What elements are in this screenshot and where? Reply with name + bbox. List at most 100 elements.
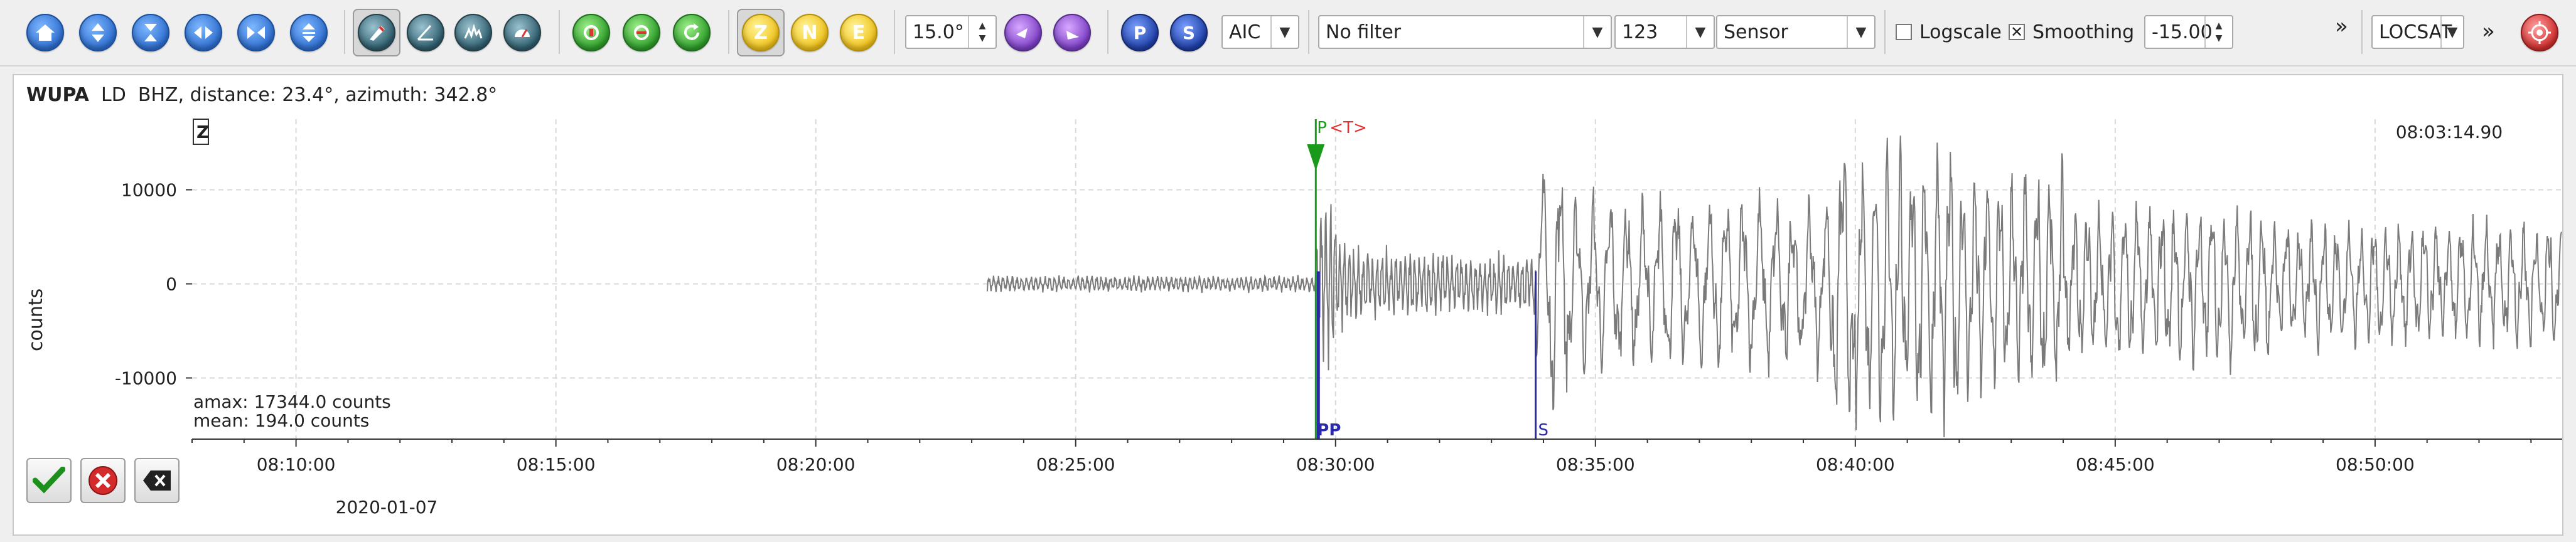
locator-select[interactable]: LOCSAT ▼ [2371, 15, 2464, 49]
y-tick-label: 0 [166, 274, 177, 295]
dropdown-arrow-icon[interactable]: ▼ [1270, 16, 1298, 48]
dropdown-arrow-icon[interactable]: ▼ [2440, 16, 2463, 48]
plus-pick-icon [572, 14, 610, 51]
y-axis-ticks: 10000 0 -10000 [115, 180, 192, 389]
x-tick-label: 08:35:00 [1556, 454, 1635, 475]
pp-pick-label: PP [1317, 421, 1341, 440]
relocate-button[interactable] [618, 9, 665, 56]
refresh-button[interactable] [668, 9, 716, 56]
smoothing-check-icon[interactable]: ✕ [2009, 24, 2025, 40]
refresh-icon [673, 14, 711, 51]
pick-mode-button[interactable] [353, 9, 400, 56]
toolbar-overflow-button[interactable]: » [2335, 14, 2348, 39]
logscale-checkbox-box[interactable] [1896, 24, 1912, 40]
target-button[interactable] [2516, 9, 2563, 56]
y-tick-label: -10000 [115, 368, 177, 389]
x-tick-label: 08:15:00 [517, 454, 596, 475]
picker-value: AIC [1229, 21, 1261, 43]
measure-angle-button[interactable] [402, 9, 449, 56]
checkmark-icon [33, 467, 65, 494]
home-button[interactable] [21, 9, 69, 56]
dropdown-arrow-icon[interactable]: ▼ [1847, 16, 1874, 48]
toolbar: Z N E 15.0° ▲ ▼ P S AIC ▼ No filter ▼ 123… [0, 0, 2576, 66]
rotate-left-button[interactable] [999, 9, 1047, 56]
logscale-label: Logscale [1919, 21, 2002, 43]
toolbar-separator [728, 10, 729, 54]
dropdown-arrow-icon[interactable]: ▼ [1583, 16, 1611, 48]
component-z-icon: Z [742, 14, 780, 51]
gauge-button[interactable] [498, 9, 546, 56]
t-pick-label: <T> [1329, 119, 1366, 137]
offset-spinbox[interactable]: -15.00 ▲ ▼ [2144, 15, 2233, 49]
rotate-right-icon [1053, 14, 1091, 51]
time-readout: 08:03:14.90 [2396, 122, 2503, 142]
toolbar-separator [2361, 10, 2363, 54]
trace-panel: WUPA LD BHZ, distance: 23.4°, azimuth: 3… [13, 74, 2563, 536]
components-value: 123 [1622, 21, 1658, 43]
filter-angle-spinbox[interactable]: 15.0° ▲ ▼ [905, 15, 997, 49]
spectrum-icon [454, 14, 492, 51]
toolbar-separator [1308, 10, 1309, 54]
dropdown-arrow-icon[interactable]: ▼ [1686, 16, 1714, 48]
p-pick-arrow [1307, 144, 1325, 171]
toolbar-separator [559, 10, 560, 54]
compress-horizontal-icon [237, 14, 275, 51]
toolbar-separator [1107, 10, 1108, 54]
rotate-left-icon [1004, 14, 1042, 51]
picker-select[interactable]: AIC ▼ [1221, 15, 1299, 49]
expand-horizontal-icon [185, 14, 222, 51]
backspace-icon [143, 470, 171, 491]
unit-value: Sensor [1724, 21, 1788, 43]
y-tick-label: 10000 [121, 180, 177, 201]
fit-vertical-button[interactable] [285, 9, 333, 56]
add-pick-button[interactable] [567, 9, 615, 56]
expand-horizontal-button[interactable] [180, 9, 227, 56]
spin-arrows-icon[interactable]: ▲ ▼ [2204, 16, 2232, 48]
x-tick-label: 08:30:00 [1296, 454, 1375, 475]
date-label: 2020-01-07 [336, 497, 438, 518]
pick-tool-icon [358, 14, 395, 51]
pick-p-icon: P [1121, 14, 1159, 51]
components-select[interactable]: 123 ▼ [1614, 15, 1715, 49]
smoothing-label: Smoothing [2032, 21, 2135, 43]
x-tick-label: 08:25:00 [1036, 454, 1115, 475]
spin-arrows-icon[interactable]: ▲ ▼ [968, 16, 996, 48]
spectrum-button[interactable] [449, 9, 497, 56]
x-tick-label: 08:50:00 [2336, 454, 2415, 475]
compress-horizontal-button[interactable] [232, 9, 280, 56]
toolbar-overflow-button-2[interactable]: » [2482, 19, 2495, 44]
zoom-in-vertical-button[interactable] [74, 9, 122, 56]
x-tick-label: 08:45:00 [2076, 454, 2155, 475]
expand-vertical-icon [79, 14, 117, 51]
filter-value: No filter [1326, 21, 1402, 43]
pick-p-button[interactable]: P [1116, 9, 1164, 56]
component-n-button[interactable]: N [786, 9, 834, 56]
gauge-icon [503, 14, 541, 51]
accept-button[interactable] [26, 458, 72, 503]
pick-s-icon: S [1170, 14, 1208, 51]
offset-value: -15.00 [2152, 21, 2213, 43]
x-tick-label: 08:40:00 [1816, 454, 1895, 475]
reject-button[interactable] [80, 458, 126, 503]
logscale-checkbox[interactable]: Logscale [1896, 16, 2002, 48]
cancel-x-icon [89, 466, 117, 495]
crosshair-target-icon [2521, 14, 2558, 51]
filter-angle-value: 15.0° [913, 21, 964, 43]
rotate-right-button[interactable] [1048, 9, 1096, 56]
smoothing-checkbox[interactable]: ✕ Smoothing [2009, 16, 2134, 48]
home-icon [26, 14, 64, 51]
pick-s-button[interactable]: S [1165, 9, 1213, 56]
seismogram-plot[interactable]: P <T>PP S 100000-10000 08:10:00 08:15:00 08:… [14, 75, 2562, 534]
toolbar-separator [894, 10, 895, 54]
angle-icon [407, 14, 444, 51]
waveform-trace [986, 136, 2562, 438]
unit-select[interactable]: Sensor ▼ [1716, 15, 1876, 49]
component-z-button[interactable]: Z [737, 9, 785, 56]
x-tick-label: 08:20:00 [776, 454, 856, 475]
clear-button[interactable] [134, 458, 180, 503]
zoom-out-vertical-button[interactable] [127, 9, 174, 56]
grid-lines [192, 119, 2562, 439]
filter-select[interactable]: No filter ▼ [1318, 15, 1612, 49]
component-e-button[interactable]: E [835, 9, 883, 56]
compress-vertical-icon [132, 14, 169, 51]
